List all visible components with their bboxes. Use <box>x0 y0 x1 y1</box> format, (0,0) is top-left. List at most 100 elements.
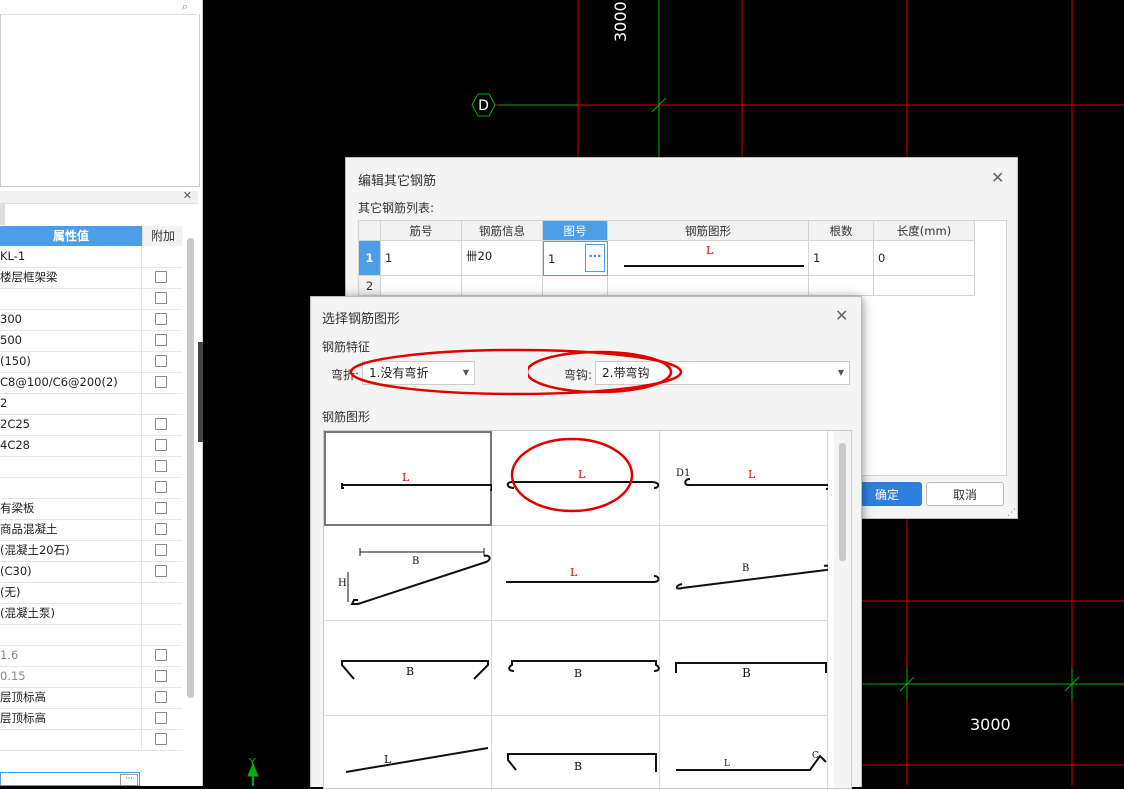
close-icon[interactable]: ✕ <box>991 170 1004 186</box>
shape-option-straight-bent-end[interactable]: L C <box>660 716 828 788</box>
attach-checkbox[interactable] <box>155 355 167 367</box>
length-cell[interactable]: 0 <box>874 241 975 276</box>
property-value[interactable]: (无) <box>0 582 140 603</box>
hook-select[interactable]: 2.带弯钩 ▼ <box>595 361 850 385</box>
shape-number-cell[interactable] <box>543 276 608 296</box>
rebar-shape-cell[interactable]: L <box>608 241 809 276</box>
resize-grip-icon[interactable]: ⋰ <box>1007 509 1016 518</box>
attach-checkbox[interactable] <box>155 544 167 556</box>
shape-option-straight[interactable]: L <box>324 431 493 526</box>
property-row[interactable]: 商品混凝土 <box>0 519 182 541</box>
panel-splitter[interactable] <box>198 342 203 442</box>
property-value[interactable]: 300 <box>0 309 140 330</box>
attach-checkbox[interactable] <box>155 418 167 430</box>
search-input[interactable]: ⌕ <box>0 0 196 15</box>
property-value[interactable] <box>0 477 140 498</box>
shape-option-straight-hook-end[interactable]: L <box>492 526 660 621</box>
shape-option-u-hooks[interactable]: B <box>492 621 660 716</box>
attach-checkbox[interactable] <box>155 376 167 388</box>
close-icon[interactable]: ✕ <box>835 308 848 324</box>
scrollbar[interactable] <box>187 238 194 698</box>
length-cell[interactable] <box>874 276 975 296</box>
property-row[interactable]: 2C25 <box>0 414 182 436</box>
property-row[interactable]: 楼层框架梁 <box>0 267 182 289</box>
attach-checkbox[interactable] <box>155 439 167 451</box>
property-row[interactable]: (C30) <box>0 561 182 583</box>
row-number[interactable]: 2 <box>359 276 381 296</box>
bend-select[interactable]: 1.没有弯折 ▼ <box>362 361 475 385</box>
rebar-number-cell[interactable]: 1 <box>381 241 462 276</box>
shape-number-cell[interactable]: 1 ··· <box>543 241 608 276</box>
attach-checkbox[interactable] <box>155 481 167 493</box>
property-value[interactable] <box>0 456 140 477</box>
rebar-info-cell[interactable]: 卌20 <box>462 241 543 276</box>
property-row[interactable]: KL-1 <box>0 246 182 268</box>
property-row[interactable]: C8@100/C6@200(2) <box>0 372 182 394</box>
property-row[interactable] <box>0 456 182 478</box>
row-number[interactable]: 1 <box>359 241 381 276</box>
property-value[interactable]: 楼层框架梁 <box>0 267 140 288</box>
property-value[interactable]: 2 <box>0 393 140 414</box>
attach-checkbox[interactable] <box>155 502 167 514</box>
shape-option-u-open[interactable]: B <box>324 621 492 716</box>
attach-checkbox[interactable] <box>155 313 167 325</box>
count-cell[interactable]: 1 <box>809 241 874 276</box>
count-cell[interactable] <box>809 276 874 296</box>
rebar-info-cell[interactable] <box>462 276 543 296</box>
attach-checkbox[interactable] <box>155 460 167 472</box>
shape-option-u-bent[interactable]: B <box>492 716 660 788</box>
property-row[interactable] <box>0 477 182 499</box>
property-row[interactable]: (混凝土泵) <box>0 603 182 625</box>
property-value[interactable]: (混凝土泵) <box>0 603 140 624</box>
rebar-number-cell[interactable] <box>381 276 462 296</box>
property-value[interactable]: 4C28 <box>0 435 140 456</box>
attach-checkbox[interactable] <box>155 292 167 304</box>
attach-checkbox[interactable] <box>155 712 167 724</box>
attach-checkbox[interactable] <box>155 691 167 703</box>
cancel-button[interactable]: 取消 <box>926 482 1004 506</box>
property-value[interactable]: 2C25 <box>0 414 140 435</box>
property-value[interactable]: 商品混凝土 <box>0 519 140 540</box>
property-row[interactable]: 4C28 <box>0 435 182 457</box>
property-row[interactable]: 300 <box>0 309 182 331</box>
property-row[interactable]: 层顶标高 <box>0 708 182 730</box>
property-row[interactable] <box>0 624 182 646</box>
attach-checkbox[interactable] <box>155 733 167 745</box>
property-row[interactable]: 2 <box>0 393 182 415</box>
search-icon[interactable]: ⌕ <box>182 0 188 14</box>
property-value[interactable] <box>0 729 140 750</box>
attach-checkbox[interactable] <box>155 334 167 346</box>
property-value[interactable]: C8@100/C6@200(2) <box>0 372 140 393</box>
shape-option-inclined[interactable]: L <box>324 716 492 788</box>
attach-checkbox[interactable] <box>155 565 167 577</box>
property-row[interactable]: (混凝土20石) <box>0 540 182 562</box>
shape-option-inclined-both-hooks[interactable]: B <box>660 526 828 621</box>
property-tab[interactable] <box>0 203 5 225</box>
property-row[interactable]: (150) <box>0 351 182 373</box>
shape-option-straight-hooks[interactable]: L <box>492 431 660 526</box>
gallery-scrollbar-thumb[interactable] <box>839 443 846 561</box>
attach-checkbox[interactable] <box>155 649 167 661</box>
property-value[interactable] <box>0 288 140 309</box>
ellipsis-button[interactable]: ··· <box>120 774 138 786</box>
property-value[interactable]: 层顶标高 <box>0 708 140 729</box>
property-value[interactable] <box>0 624 140 645</box>
property-value[interactable]: 1.6 <box>0 645 140 666</box>
close-icon[interactable]: ✕ <box>183 189 192 202</box>
ok-button[interactable]: 确定 <box>852 482 922 506</box>
property-value[interactable]: (C30) <box>0 561 140 582</box>
shape-option-hook-one-end[interactable]: D1 L <box>660 431 828 526</box>
property-value[interactable]: 500 <box>0 330 140 351</box>
gallery-scrollbar-track[interactable] <box>834 431 851 788</box>
property-row[interactable] <box>0 729 182 751</box>
property-value[interactable]: 有梁板 <box>0 498 140 519</box>
property-row[interactable]: 0.15 <box>0 666 182 688</box>
property-value[interactable]: KL-1 <box>0 246 140 267</box>
property-value[interactable]: (150) <box>0 351 140 372</box>
attach-checkbox[interactable] <box>155 670 167 682</box>
property-row[interactable]: 有梁板 <box>0 498 182 520</box>
attach-checkbox[interactable] <box>155 271 167 283</box>
property-edit-field[interactable] <box>0 772 140 786</box>
property-row[interactable]: 500 <box>0 330 182 352</box>
property-value[interactable]: 层顶标高 <box>0 687 140 708</box>
